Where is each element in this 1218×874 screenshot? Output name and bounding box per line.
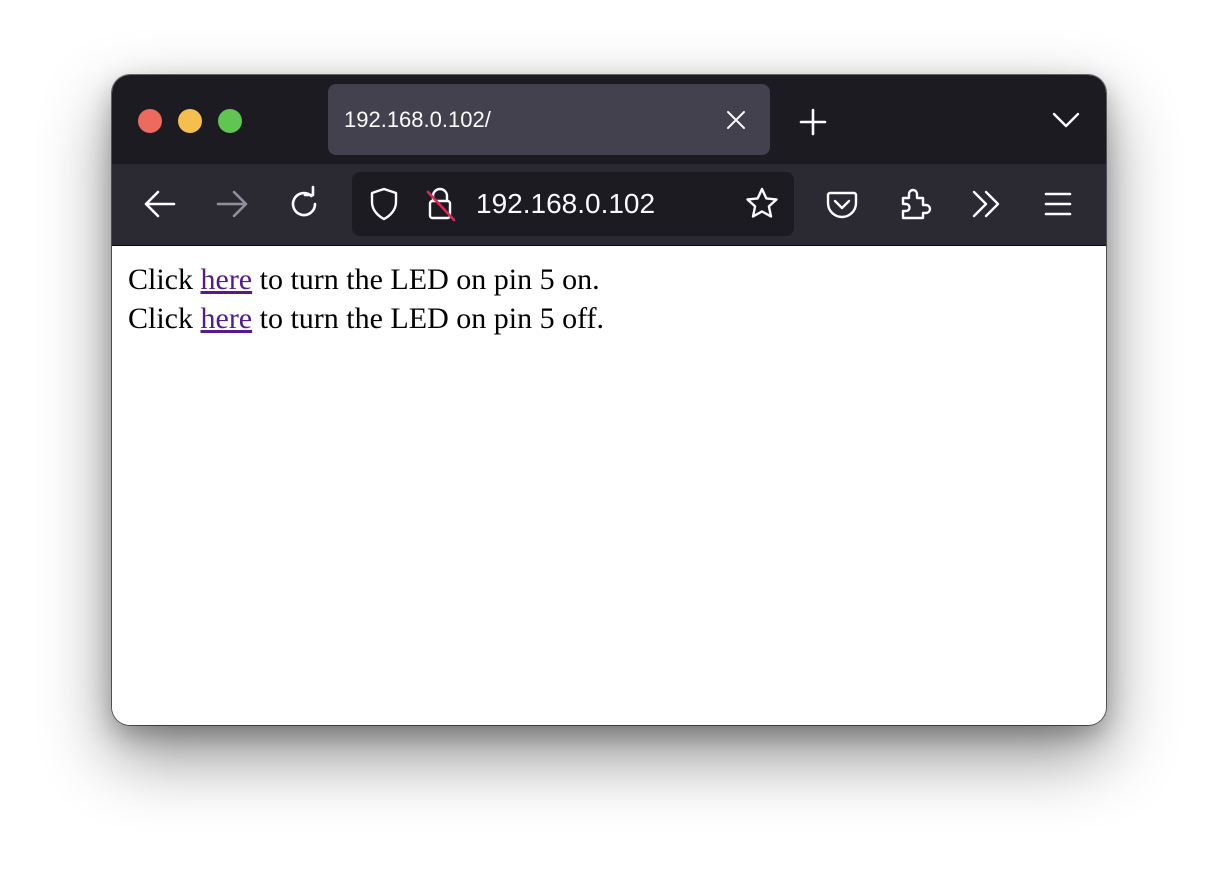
star-icon[interactable] <box>742 184 782 224</box>
arrow-right-icon[interactable] <box>212 184 252 224</box>
hamburger-menu-icon[interactable] <box>1038 184 1078 224</box>
led-on-line: Click here to turn the LED on pin 5 on. <box>128 263 600 297</box>
line-suffix: to turn the LED on pin 5 off. <box>252 302 605 335</box>
url-bar[interactable]: 192.168.0.102 <box>352 172 794 236</box>
reload-icon[interactable] <box>284 184 324 224</box>
led-on-link[interactable]: here <box>201 263 253 296</box>
arrow-left-icon[interactable] <box>140 184 180 224</box>
double-chevron-right-icon[interactable] <box>966 184 1006 224</box>
url-text[interactable]: 192.168.0.102 <box>476 172 655 236</box>
close-window-button[interactable] <box>138 109 162 133</box>
unlocked-insecure-icon[interactable] <box>420 184 460 224</box>
page-content: Click here to turn the LED on pin 5 on. … <box>112 246 1106 725</box>
zoom-window-button[interactable] <box>218 109 242 133</box>
line-suffix: to turn the LED on pin 5 on. <box>252 263 600 296</box>
chevron-down-icon[interactable] <box>1048 103 1084 137</box>
title-bar: 192.168.0.102/ <box>112 75 1106 164</box>
close-icon[interactable] <box>720 104 752 136</box>
pocket-icon[interactable] <box>822 184 862 224</box>
minimize-window-button[interactable] <box>178 109 202 133</box>
browser-window: 192.168.0.102/ 192.168.0.102 Click here … <box>112 75 1106 725</box>
shield-icon[interactable] <box>364 184 404 224</box>
plus-icon[interactable] <box>796 105 830 139</box>
tab-active[interactable]: 192.168.0.102/ <box>328 84 770 155</box>
navigation-toolbar: 192.168.0.102 <box>112 164 1106 246</box>
led-off-link[interactable]: here <box>201 302 253 335</box>
tab-title: 192.168.0.102/ <box>344 107 491 132</box>
puzzle-icon[interactable] <box>894 184 934 224</box>
line-prefix: Click <box>128 302 201 335</box>
led-off-line: Click here to turn the LED on pin 5 off. <box>128 302 604 336</box>
line-prefix: Click <box>128 263 201 296</box>
